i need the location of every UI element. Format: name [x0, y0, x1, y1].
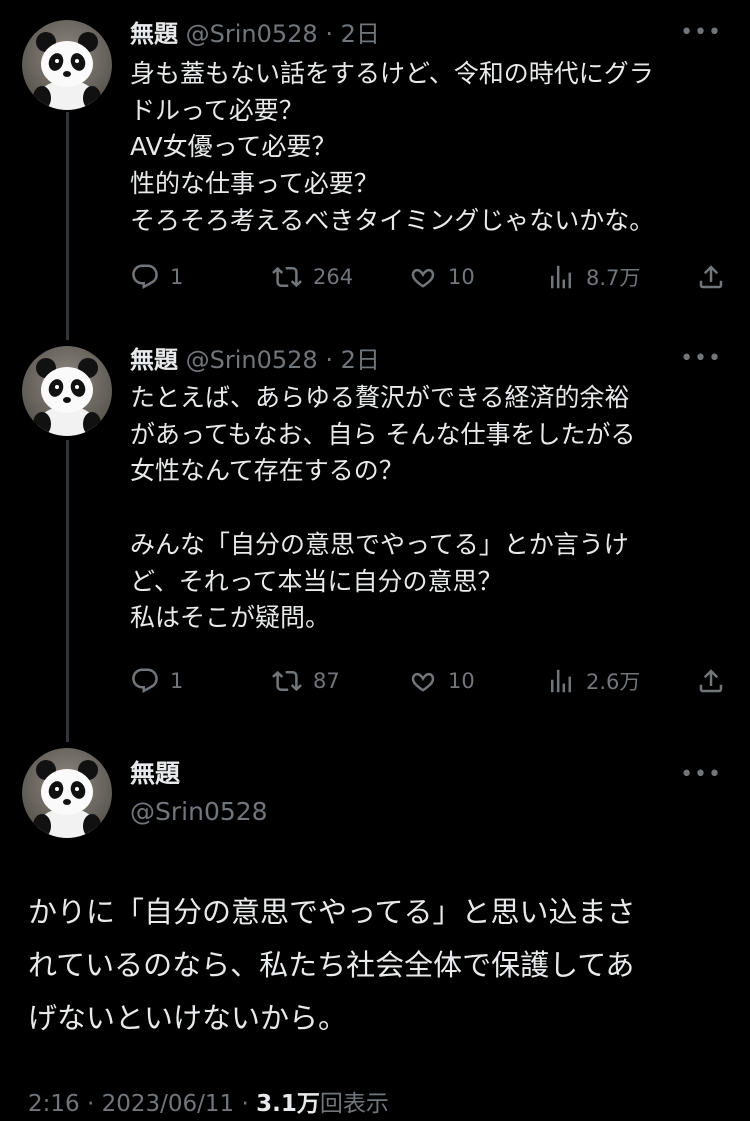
separator: · — [241, 1091, 257, 1117]
tweet-text: 身も蓋もない話をするけど、令和の時代にグラ ドルって必要？ AV女優って必要？ … — [130, 59, 655, 235]
display-name[interactable]: 無題 — [130, 346, 178, 374]
like-count: 10 — [448, 265, 475, 289]
tweet-time[interactable]: 2日 — [341, 20, 380, 48]
retweet-icon — [272, 670, 302, 692]
view-label: 回表示 — [319, 1091, 389, 1117]
views-button[interactable]: 8.7万 — [546, 262, 696, 292]
share-icon — [699, 669, 723, 693]
separator: · — [325, 346, 333, 374]
like-button[interactable]: 10 — [408, 262, 546, 292]
tweet-text: たとえば、あらゆる贅沢ができる経済的余裕 があってもなお、自ら そんな仕事をした… — [130, 383, 636, 633]
views-count: 8.7万 — [586, 266, 641, 290]
user-handle[interactable]: @Srin0528 — [186, 20, 318, 48]
retweet-count: 264 — [313, 265, 354, 289]
like-count: 10 — [448, 669, 475, 693]
tweet-header: 無題 @Srin0528 · 2日 — [130, 18, 380, 50]
reply-count: 1 — [170, 669, 184, 693]
views-button[interactable]: 2.6万 — [546, 666, 696, 696]
panda-avatar-icon — [33, 32, 101, 110]
tweet-time[interactable]: 2:16 — [28, 1091, 80, 1117]
display-name[interactable]: 無題 — [130, 20, 178, 48]
reply-icon — [132, 264, 158, 290]
views-icon — [551, 669, 571, 693]
retweet-button[interactable]: 87 — [271, 666, 408, 696]
tweet-header: 無題 @Srin0528 · 2日 — [130, 344, 380, 376]
tweet-time[interactable]: 2日 — [341, 346, 380, 374]
avatar[interactable] — [22, 346, 112, 436]
like-icon — [411, 672, 435, 692]
thread-line — [66, 112, 69, 340]
reply-button[interactable]: 1 — [130, 666, 271, 696]
views-count: 2.6万 — [586, 670, 641, 694]
avatar[interactable] — [22, 20, 112, 110]
like-icon — [411, 268, 435, 288]
more-icon[interactable]: ••• — [680, 346, 722, 371]
separator: · — [325, 20, 333, 48]
user-handle[interactable]: @Srin0528 — [186, 346, 318, 374]
share-button[interactable] — [696, 666, 726, 696]
share-icon — [699, 265, 723, 289]
reply-icon — [132, 668, 158, 694]
reply-count: 1 — [170, 265, 184, 289]
main-tweet-text: かりに「自分の意思でやってる」と思い込まさ れているのなら、私たち社会全体で保護… — [28, 895, 636, 1035]
tweet-meta: 2:16 · 2023/06/11 · 3.1万回表示 — [28, 1084, 389, 1118]
display-name[interactable]: 無題 — [130, 758, 180, 790]
tweet-actions: 1 264 10 8.7万 — [130, 260, 726, 294]
tweet-date[interactable]: 2023/06/11 — [102, 1091, 235, 1117]
reply-button[interactable]: 1 — [130, 262, 271, 292]
more-icon[interactable]: ••• — [680, 762, 722, 787]
retweet-count: 87 — [313, 669, 340, 693]
thread-line — [66, 440, 69, 742]
panda-avatar-icon — [33, 760, 101, 838]
views-icon — [551, 265, 571, 289]
tweet-actions: 1 87 10 2.6万 — [130, 664, 726, 698]
like-button[interactable]: 10 — [408, 666, 546, 696]
separator: · — [86, 1091, 102, 1117]
retweet-button[interactable]: 264 — [271, 262, 408, 292]
retweet-icon — [272, 266, 302, 288]
share-button[interactable] — [696, 262, 726, 292]
user-handle[interactable]: @Srin0528 — [130, 796, 268, 828]
view-count: 3.1万 — [256, 1091, 320, 1117]
avatar[interactable] — [22, 748, 112, 838]
more-icon[interactable]: ••• — [680, 20, 722, 45]
panda-avatar-icon — [33, 358, 101, 436]
